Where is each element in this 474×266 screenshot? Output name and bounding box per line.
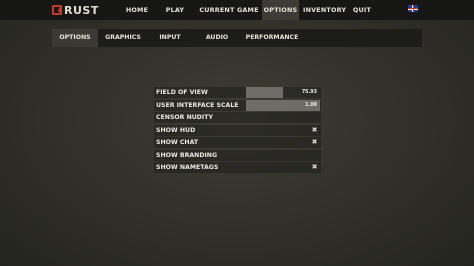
field-of-view-slider[interactable]: 75.93 [246,87,320,98]
rust-logo: RUST [52,3,99,17]
top-nav-bar: RUST HOME PLAY CURRENT GAME OPTIONS INVE… [0,0,474,20]
x-mark-icon[interactable]: ✖ [310,126,319,135]
setting-censor-nudity[interactable]: CENSOR NUDITY [154,112,321,124]
setting-label: SHOW CHAT [156,139,199,147]
nav-play[interactable]: PLAY [160,0,190,20]
x-mark-icon[interactable]: ✖ [310,163,319,172]
uk-flag-icon[interactable] [408,5,418,12]
tab-options[interactable]: OPTIONS [52,29,98,47]
nav-inventory[interactable]: INVENTORY [303,0,346,20]
setting-label: SHOW HUD [156,126,196,134]
tab-audio[interactable]: AUDIO [196,29,238,47]
rust-logo-icon [52,5,62,15]
nav-home[interactable]: HOME [120,0,154,20]
setting-field-of-view: FIELD OF VIEW 75.93 [154,87,321,98]
setting-show-branding[interactable]: SHOW BRANDING [154,149,321,161]
options-tab-bar: OPTIONS GRAPHICS INPUT AUDIO PERFORMANCE [52,29,422,47]
setting-show-chat[interactable]: SHOW CHAT ✖ [154,137,321,149]
show-branding-checkbox[interactable] [310,151,319,160]
brand-name: RUST [64,3,99,17]
censor-nudity-checkbox[interactable] [310,113,319,122]
settings-panel: FIELD OF VIEW 75.93 USER INTERFACE SCALE… [154,87,321,175]
tab-input[interactable]: INPUT [148,29,192,47]
setting-show-nametags[interactable]: SHOW NAMETAGS ✖ [154,162,321,174]
slider-value: 75.93 [301,90,317,95]
setting-show-hud[interactable]: SHOW HUD ✖ [154,124,321,136]
setting-ui-scale: USER INTERFACE SCALE 1.00 [154,99,321,111]
x-mark-icon[interactable]: ✖ [310,138,319,147]
nav-current-game[interactable]: CURRENT GAME [198,0,260,20]
nav-quit[interactable]: QUIT [350,0,374,20]
tab-performance[interactable]: PERFORMANCE [242,29,302,47]
tab-graphics[interactable]: GRAPHICS [100,29,146,47]
ui-scale-slider[interactable]: 1.00 [246,99,320,111]
setting-label: FIELD OF VIEW [156,89,208,96]
setting-label: SHOW BRANDING [156,151,218,159]
setting-label: SHOW NAMETAGS [156,164,219,172]
setting-label: CENSOR NUDITY [156,114,213,122]
slider-fill [246,87,283,98]
setting-label: USER INTERFACE SCALE [156,101,239,109]
slider-value: 1.00 [305,102,317,108]
nav-options[interactable]: OPTIONS [262,0,299,20]
